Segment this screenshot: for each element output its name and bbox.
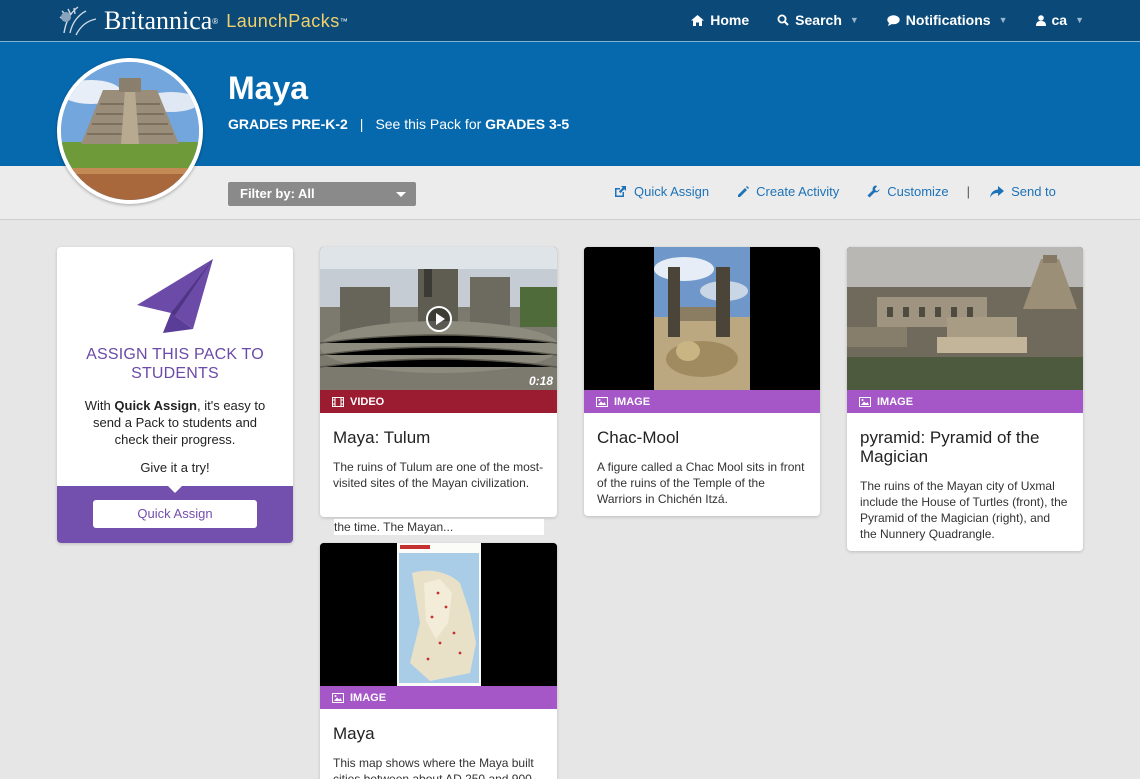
pack-actions: Quick Assign Create Activity Customize |…: [614, 184, 1084, 199]
play-button-icon[interactable]: [426, 306, 452, 332]
resource-title[interactable]: Maya: [333, 724, 544, 743]
chevron-down-icon: ▼: [849, 15, 859, 25]
external-link-icon: [615, 186, 626, 197]
nav-home-label: Home: [710, 12, 750, 28]
resource-title[interactable]: pyramid: Pyramid of the Magician: [860, 428, 1070, 466]
top-navigation-bar: Britannica ® LaunchPacks ™ Home Search ▼ N…: [0, 0, 1140, 42]
chevron-down-icon: ▼: [998, 15, 1008, 25]
resource-type-label: VIDEO: [350, 395, 385, 408]
resource-description: This map shows where the Maya built citi…: [333, 756, 536, 779]
see-pack-prefix: See this Pack for: [375, 116, 482, 132]
quick-assign-label: Quick Assign: [634, 184, 710, 199]
quick-assign-button[interactable]: Quick Assign: [93, 500, 257, 528]
assign-pack-card: ASSIGN THIS PACK TO STUDENTS With Quick …: [57, 247, 293, 543]
quick-assign-action[interactable]: Quick Assign: [614, 184, 709, 199]
resource-type-badge: IMAGE: [584, 390, 820, 413]
nav-notifications[interactable]: Notifications ▼: [887, 12, 1008, 28]
overflow-description-text: the time. The Mayan...: [334, 519, 544, 535]
image-icon: [596, 396, 608, 407]
assign-card-footer: Quick Assign: [57, 485, 293, 543]
thistle-logo-icon: [56, 3, 100, 39]
user-icon: [1035, 14, 1046, 26]
create-activity-action[interactable]: Create Activity: [737, 184, 839, 199]
pencil-icon: [738, 185, 750, 197]
filter-dropdown[interactable]: Filter by: All: [228, 182, 416, 206]
nav-search[interactable]: Search ▼: [777, 12, 859, 28]
nav-home[interactable]: Home: [691, 12, 749, 28]
resource-description: The ruins of Tulum are one of the most-v…: [333, 460, 544, 490]
resource-type-badge: IMAGE: [847, 390, 1083, 413]
assign-card-try: Give it a try!: [140, 460, 210, 475]
send-to-label: Send to: [1011, 184, 1056, 199]
current-grades: GRADES PRE-K-2: [228, 116, 348, 132]
chat-bubble-icon: [887, 14, 900, 26]
image-thumbnail[interactable]: [320, 543, 557, 686]
resource-type-label: IMAGE: [350, 691, 387, 704]
action-separator: |: [966, 184, 971, 199]
resource-card-pyramid[interactable]: IMAGE pyramid: Pyramid of the Magician T…: [847, 247, 1083, 551]
nav-user-label: ca: [1051, 12, 1068, 28]
grade-separator: |: [359, 116, 364, 132]
assign-desc-bold: Quick Assign: [114, 398, 197, 413]
image-icon: [332, 692, 344, 703]
customize-action[interactable]: Customize: [867, 184, 949, 199]
resource-title[interactable]: Chac-Mool: [597, 428, 807, 447]
britannica-logo[interactable]: Britannica ® LaunchPacks ™: [56, 3, 348, 39]
home-icon: [691, 14, 705, 26]
search-icon: [777, 14, 789, 26]
resource-type-label: IMAGE: [877, 395, 914, 408]
resource-type-label: IMAGE: [614, 395, 651, 408]
image-thumbnail[interactable]: [847, 247, 1083, 390]
video-duration: 0:18: [528, 374, 553, 388]
nav-notifications-label: Notifications: [905, 12, 991, 28]
chevron-down-icon: [396, 192, 406, 197]
assign-card-title: ASSIGN THIS PACK TO STUDENTS: [86, 346, 264, 382]
send-to-action[interactable]: Send to: [990, 184, 1056, 199]
resource-description: A figure called a Chac Mool sits in fron…: [597, 460, 805, 506]
resource-type-badge: VIDEO: [320, 390, 557, 413]
resource-description: The ruins of the Mayan city of Uxmal inc…: [860, 479, 1068, 541]
paper-plane-icon: [137, 259, 213, 333]
resource-card-chac-mool[interactable]: IMAGE Chac-Mool A figure called a Chac M…: [584, 247, 820, 516]
main-nav: Home Search ▼ Notifications ▼ ca ▼: [691, 0, 1084, 40]
nav-search-label: Search: [795, 12, 842, 28]
share-arrow-icon: [990, 185, 1005, 198]
page-title: Maya: [228, 70, 309, 106]
see-pack-grades: GRADES 3-5: [485, 116, 570, 132]
brand-name: Britannica: [104, 6, 213, 35]
image-icon: [859, 396, 871, 407]
pack-avatar-image: [57, 58, 203, 204]
resource-type-badge: IMAGE: [320, 686, 557, 709]
customize-label: Customize: [887, 184, 949, 199]
image-thumbnail[interactable]: [584, 247, 820, 390]
filter-label: Filter by: All: [240, 186, 315, 201]
film-icon: [332, 396, 344, 407]
chevron-down-icon: ▼: [1075, 15, 1084, 25]
resource-title[interactable]: Maya: Tulum: [333, 428, 544, 447]
nav-user[interactable]: ca ▼: [1035, 12, 1084, 28]
resource-card-maya-map[interactable]: IMAGE Maya This map shows where the Maya…: [320, 543, 557, 779]
grade-info: GRADES PRE-K-2 | See this Pack for GRADE…: [228, 116, 569, 132]
video-thumbnail[interactable]: 0:18: [320, 247, 557, 390]
wrench-icon: [867, 185, 880, 198]
brand-sub: LaunchPacks: [226, 10, 340, 31]
resource-card-tulum[interactable]: 0:18 VIDEO Maya: Tulum The ruins of Tulu…: [320, 247, 557, 517]
see-pack-link[interactable]: See this Pack for GRADES 3-5: [375, 116, 569, 132]
assign-card-description: With Quick Assign, it's easy to send a P…: [79, 397, 271, 448]
assign-desc-prefix: With: [84, 398, 111, 413]
create-activity-label: Create Activity: [756, 184, 840, 199]
